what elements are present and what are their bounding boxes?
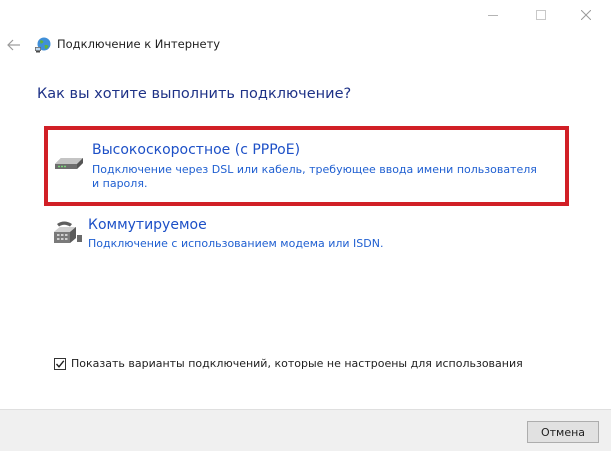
connect-to-internet-window: Подключение к Интернету Как вы хотите вы… — [0, 0, 611, 451]
maximize-button[interactable] — [518, 0, 564, 30]
page-heading: Как вы хотите выполнить подключение? — [37, 86, 352, 102]
dial-up-telephone-icon — [54, 221, 82, 243]
option-title: Высокоскоростное (с PPPoE) — [92, 142, 301, 158]
footer-bar: Отмена — [0, 409, 611, 451]
cancel-button[interactable]: Отмена — [527, 421, 599, 443]
option-description: Подключение через DSL или кабель, требую… — [92, 163, 537, 190]
close-button[interactable] — [563, 0, 609, 30]
checkmark-icon — [55, 359, 65, 368]
minimize-button[interactable] — [470, 0, 516, 30]
show-unconfigured-checkbox-row[interactable]: Показать варианты подключений, которые н… — [54, 357, 523, 370]
maximize-icon — [536, 10, 546, 20]
show-unconfigured-label: Показать варианты подключений, которые н… — [71, 357, 523, 370]
option-description: Подключение с использованием модема или … — [88, 237, 384, 250]
close-icon — [581, 10, 591, 20]
minimize-icon — [488, 15, 498, 16]
broadband-modem-icon — [55, 158, 83, 169]
option-title: Коммутируемое — [88, 217, 207, 233]
option-broadband-pppoe[interactable]: Высокоскоростное (с PPPoE) Подключение ч… — [44, 126, 569, 206]
window-title: Подключение к Интернету — [57, 37, 221, 51]
option-dial-up[interactable]: Коммутируемое Подключение с использовани… — [44, 212, 569, 262]
back-button[interactable] — [4, 35, 24, 55]
back-arrow-icon — [7, 39, 20, 51]
globe-network-icon — [35, 37, 51, 53]
show-unconfigured-checkbox[interactable] — [54, 357, 66, 370]
